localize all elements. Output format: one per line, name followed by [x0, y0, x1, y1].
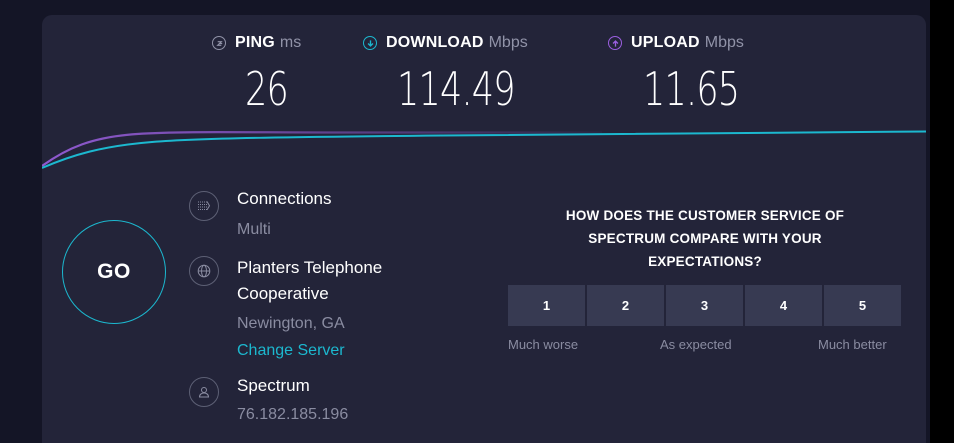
survey-question-line3: EXPECTATIONS? — [648, 254, 762, 269]
download-value: 114.49 — [397, 62, 516, 116]
speed-graph — [42, 130, 926, 169]
upload-label: UPLOAD — [631, 34, 700, 51]
provider-name: Spectrum — [237, 376, 310, 395]
server-name-line1: Planters Telephone — [237, 258, 383, 277]
go-button[interactable]: GO — [62, 220, 166, 324]
ping-unit: ms — [279, 34, 302, 51]
download-line — [42, 130, 926, 169]
globe-icon — [189, 256, 219, 286]
ping-metric: PING ms 26 — [212, 34, 302, 116]
ping-value: 26 — [245, 62, 289, 116]
change-server-link[interactable]: Change Server — [237, 342, 345, 360]
rating-button-3[interactable]: 3 — [666, 285, 743, 326]
connections-icon — [189, 191, 219, 221]
upload-value: 11.65 — [643, 62, 740, 116]
upload-arrow-icon — [608, 36, 622, 50]
rating-label-mid: As expected — [660, 337, 732, 352]
upload-unit: Mbps — [704, 34, 744, 51]
download-unit: Mbps — [488, 34, 528, 51]
survey-question-line2: SPECTRUM COMPARE WITH YOUR — [588, 231, 822, 246]
connections-title: Connections — [237, 189, 332, 208]
provider-ip: 76.182.185.196 — [237, 406, 349, 423]
user-icon — [189, 377, 219, 407]
rating-button-2[interactable]: 2 — [587, 285, 664, 326]
rating-button-4[interactable]: 4 — [745, 285, 822, 326]
rating-label-low: Much worse — [508, 337, 579, 352]
upload-metric: UPLOAD Mbps 11.65 — [608, 34, 744, 116]
window-edge — [930, 0, 954, 443]
connections-value: Multi — [237, 221, 271, 238]
ping-label: PING — [235, 34, 275, 51]
download-metric: DOWNLOAD Mbps 114.49 — [363, 34, 528, 116]
ping-icon — [212, 36, 226, 50]
rating-label-high: Much better — [818, 337, 887, 352]
server-name-line2: Cooperative — [237, 284, 329, 303]
server-location: Newington, GA — [237, 315, 345, 332]
rating-button-1[interactable]: 1 — [508, 285, 585, 326]
download-arrow-icon — [363, 36, 377, 50]
rating-button-5[interactable]: 5 — [824, 285, 901, 326]
download-label: DOWNLOAD — [386, 34, 484, 51]
survey-question: HOW DOES THE CUSTOMER SERVICE OF SPECTRU… — [508, 204, 902, 273]
rating-scale: 1 2 3 4 5 — [508, 285, 901, 326]
survey-question-line1: HOW DOES THE CUSTOMER SERVICE OF — [565, 208, 845, 223]
